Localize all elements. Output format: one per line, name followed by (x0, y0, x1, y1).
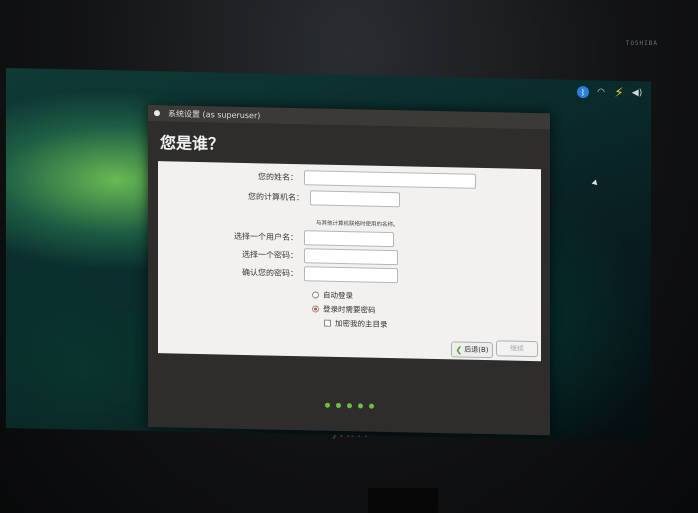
password-row: 选择一个密码： (158, 245, 398, 266)
window-title: 系统设置 (as superuser) (168, 108, 261, 120)
require-password-label: 登录时需要密码 (323, 304, 376, 315)
progress-dot (324, 402, 330, 408)
auto-login-radio[interactable] (312, 291, 319, 299)
username-label: 选择一个用户名： (234, 231, 298, 243)
continue-button-label: 继续 (510, 344, 524, 353)
password-label: 选择一个密码： (242, 249, 298, 261)
mouse-cursor (591, 179, 600, 188)
require-password-radio[interactable] (312, 305, 319, 313)
back-button[interactable]: ❮ 后退(B) (451, 341, 493, 359)
computer-name-row: 您的计算机名： (158, 187, 400, 208)
auto-login-option[interactable]: 自动登录 (312, 289, 353, 301)
continue-button[interactable]: 继续 (496, 340, 538, 358)
confirm-password-label: 确认您的密码： (242, 267, 298, 279)
tv-bezel: TOSHIBA JTHTP ᛒ ◠ ⚡ ◀) 系统设置 (as superuse… (0, 0, 698, 513)
top-panel: ᛒ ◠ ⚡ ◀) (6, 68, 651, 102)
auto-login-label: 自动登录 (323, 290, 353, 301)
name-label: 您的姓名： (258, 172, 298, 183)
bluetooth-icon[interactable]: ᛒ (577, 85, 589, 99)
require-password-option[interactable]: 登录时需要密码 (312, 303, 376, 315)
tv-stand (368, 488, 438, 513)
progress-dot (357, 403, 363, 409)
name-row: 您的姓名： (158, 167, 476, 189)
progress-indicator (148, 399, 550, 412)
back-button-label: 后退(B) (464, 345, 489, 355)
progress-dot (335, 402, 341, 409)
desktop-screen: ᛒ ◠ ⚡ ◀) 系统设置 (as superuser) 您是谁？ 您的姓名： … (6, 68, 651, 442)
progress-dot (368, 403, 374, 409)
computer-name-field[interactable] (310, 190, 400, 208)
installer-dialog: 系统设置 (as superuser) 您是谁？ 您的姓名： 您的计算机名： 与… (148, 104, 550, 436)
chevron-left-icon: ❮ (455, 344, 463, 355)
user-form: 您的姓名： 您的计算机名： 与其他计算机联络时使用的名称。 选择一个用户名： 选… (158, 161, 541, 362)
computer-name-label: 您的计算机名： (248, 192, 304, 203)
encrypt-home-label: 加密我的主目录 (335, 318, 388, 329)
name-field[interactable] (304, 170, 476, 189)
battery-charging-icon[interactable]: ⚡ (613, 85, 625, 100)
confirm-password-row: 确认您的密码： (158, 263, 398, 284)
wifi-icon[interactable]: ◠ (595, 86, 607, 98)
close-icon[interactable] (154, 110, 160, 117)
password-field[interactable] (304, 248, 398, 266)
computer-name-hint: 与其他计算机联络时使用的名称。 (316, 220, 399, 229)
encrypt-home-option[interactable]: 加密我的主目录 (324, 318, 388, 330)
username-field[interactable] (304, 230, 394, 248)
username-row: 选择一个用户名： (158, 227, 394, 248)
encrypt-home-checkbox[interactable] (324, 319, 331, 327)
progress-dot (346, 403, 352, 409)
system-tray: ᛒ ◠ ⚡ ◀) (577, 85, 643, 100)
volume-icon[interactable]: ◀) (631, 87, 643, 99)
confirm-password-field[interactable] (304, 266, 398, 284)
tv-brand-logo: TOSHIBA (625, 40, 658, 47)
